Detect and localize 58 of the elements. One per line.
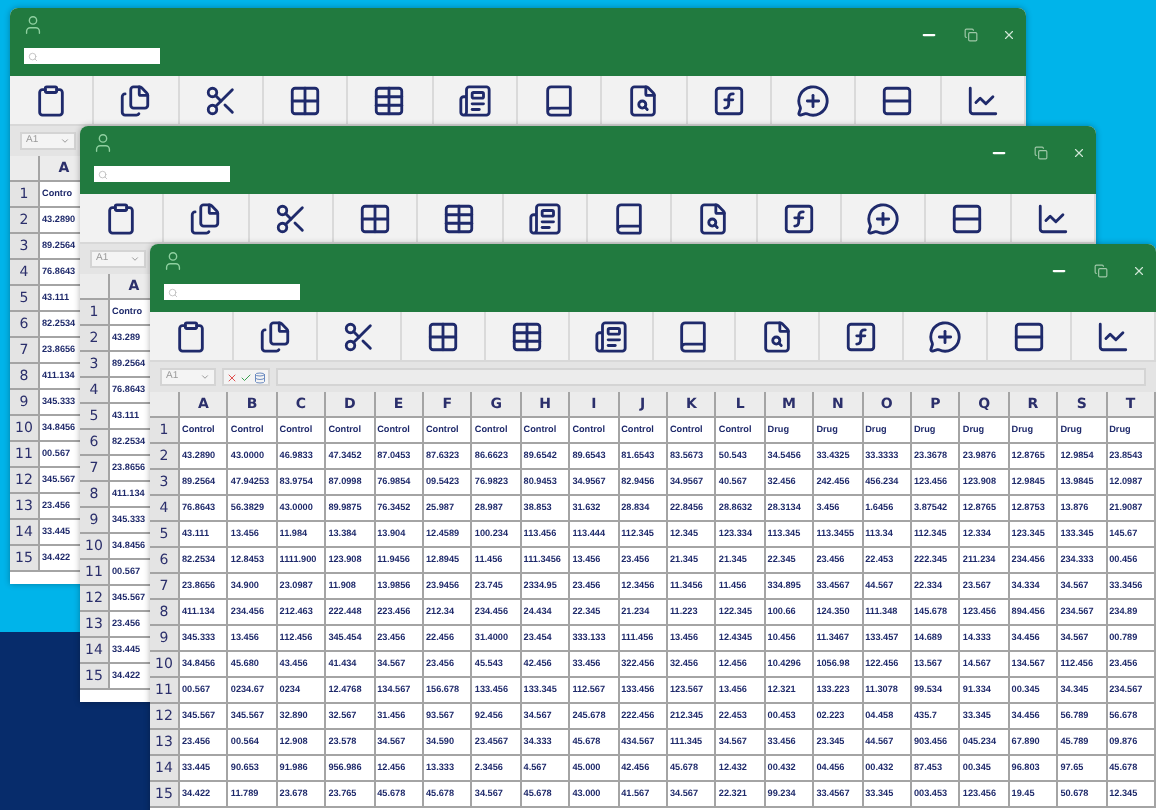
table-icon[interactable]	[442, 201, 477, 235]
clipboard-icon[interactable]	[173, 319, 208, 353]
caret-icon	[60, 136, 70, 146]
restore-button[interactable]	[1034, 146, 1048, 160]
grid-icon[interactable]	[358, 201, 393, 235]
documents-icon[interactable]	[257, 319, 292, 353]
close-button[interactable]	[1002, 28, 1016, 42]
caret-icon	[130, 254, 140, 264]
text-box-icon[interactable]	[593, 319, 628, 353]
search-icon	[28, 51, 38, 61]
clipboard-icon[interactable]	[34, 83, 69, 117]
search-icon	[98, 169, 108, 179]
text-box-icon[interactable]	[457, 83, 492, 117]
caret-icon	[200, 372, 210, 382]
search-field[interactable]	[94, 166, 230, 182]
book-icon[interactable]	[676, 319, 711, 353]
user-icon[interactable]	[22, 14, 44, 36]
search-field[interactable]	[164, 284, 300, 300]
documents-icon[interactable]	[118, 83, 153, 117]
scissors-icon[interactable]	[273, 201, 308, 235]
search-field[interactable]	[24, 48, 160, 64]
restore-button[interactable]	[964, 28, 978, 42]
table-icon[interactable]	[509, 319, 544, 353]
cancel-icon[interactable]	[226, 371, 238, 383]
line-chart-icon[interactable]	[965, 83, 1000, 117]
file-search-icon[interactable]	[760, 319, 795, 353]
scissors-icon[interactable]	[341, 319, 376, 353]
grid-icon[interactable]	[425, 319, 460, 353]
function-icon[interactable]	[711, 83, 746, 117]
book-icon[interactable]	[542, 83, 577, 117]
function-icon[interactable]	[781, 201, 816, 235]
chat-plus-icon[interactable]	[796, 83, 831, 117]
close-button[interactable]	[1072, 146, 1086, 160]
table-icon[interactable]	[372, 83, 407, 117]
formula-field[interactable]	[276, 368, 1146, 386]
rows-icon[interactable]	[950, 201, 985, 235]
close-button[interactable]	[1132, 264, 1146, 278]
chat-plus-icon[interactable]	[928, 319, 963, 353]
scissors-icon[interactable]	[203, 83, 238, 117]
grid-icon[interactable]	[288, 83, 323, 117]
file-search-icon[interactable]	[626, 83, 661, 117]
clipboard-icon[interactable]	[104, 201, 139, 235]
text-box-icon[interactable]	[527, 201, 562, 235]
file-search-icon[interactable]	[696, 201, 731, 235]
book-icon[interactable]	[612, 201, 647, 235]
rows-icon[interactable]	[1012, 319, 1047, 353]
documents-icon[interactable]	[188, 201, 223, 235]
rows-icon[interactable]	[880, 83, 915, 117]
chat-plus-icon[interactable]	[866, 201, 901, 235]
search-icon	[168, 287, 178, 297]
function-icon[interactable]	[844, 319, 879, 353]
line-chart-icon[interactable]	[1035, 201, 1070, 235]
database-icon[interactable]	[254, 371, 266, 383]
line-chart-icon[interactable]	[1096, 319, 1131, 353]
check-icon[interactable]	[240, 371, 252, 383]
user-icon[interactable]	[162, 250, 184, 272]
restore-button[interactable]	[1094, 264, 1108, 278]
user-icon[interactable]	[92, 132, 114, 154]
